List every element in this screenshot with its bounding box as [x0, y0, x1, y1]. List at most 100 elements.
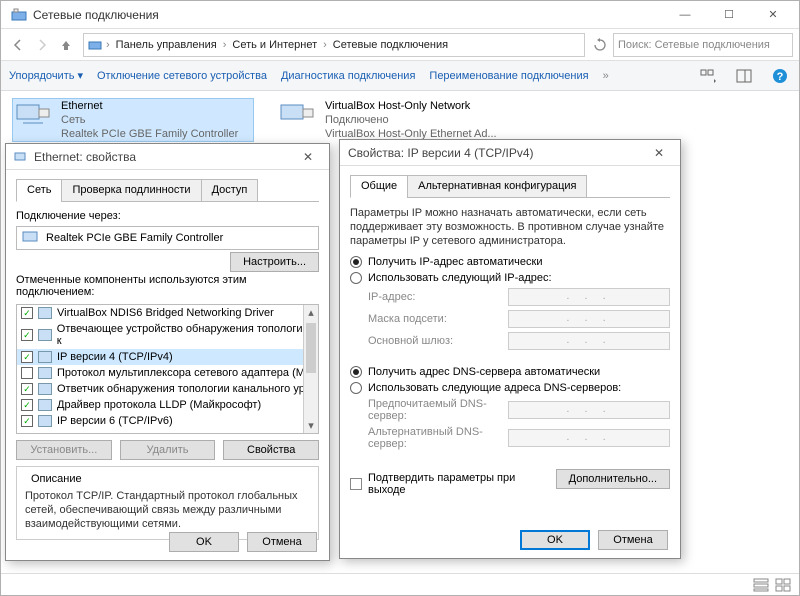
radio-static-ip[interactable]: Использовать следующий IP-адрес:	[350, 272, 670, 284]
intro-text: Параметры IP можно назначать автоматичес…	[350, 206, 670, 248]
mask-label: Маска подсети:	[368, 313, 508, 325]
app-icon	[88, 38, 104, 52]
ip-input: . . .	[508, 288, 670, 306]
diagnose-button[interactable]: Диагностика подключения	[281, 70, 415, 82]
connect-using-label: Подключение через:	[16, 210, 319, 222]
crumb-control-panel[interactable]: Панель управления	[112, 39, 221, 51]
titlebar: Сетевые подключения — ☐ ✕	[1, 1, 799, 29]
components-label: Отмеченные компоненты используются этим …	[16, 274, 319, 298]
adapter-vbox[interactable]: VirtualBox Host-Only Network Подключено …	[277, 99, 517, 141]
tab-auth[interactable]: Проверка подлинности	[61, 179, 201, 202]
list-item[interactable]: Драйвер протокола LLDP (Майкрософт)	[57, 399, 261, 411]
disable-device-button[interactable]: Отключение сетевого устройства	[97, 70, 267, 82]
content-area: Ethernet Сеть Realtek PCIe GBE Family Co…	[1, 91, 799, 573]
back-button[interactable]	[7, 34, 29, 56]
adapter-icon	[277, 99, 317, 131]
adapter-ethernet[interactable]: Ethernet Сеть Realtek PCIe GBE Family Co…	[13, 99, 253, 141]
description-label: Описание	[27, 473, 86, 485]
chevron-down-icon: ▾	[77, 69, 83, 82]
app-icon	[11, 7, 27, 23]
ok-button[interactable]: OK	[520, 530, 590, 550]
list-item[interactable]: Ответчик обнаружения топологии канальног…	[57, 383, 311, 395]
close-icon[interactable]: ✕	[646, 146, 672, 160]
list-item[interactable]: Протокол мультиплексора сетевого адаптер…	[57, 367, 311, 379]
ok-button[interactable]: OK	[169, 532, 239, 552]
maximize-button[interactable]: ☐	[707, 2, 751, 28]
close-icon[interactable]: ✕	[295, 150, 321, 164]
dialog-title: Свойства: IP версии 4 (TCP/IPv4)	[348, 146, 646, 160]
scroll-thumb[interactable]	[306, 323, 316, 373]
ethernet-properties-dialog: Ethernet: свойства ✕ Сеть Проверка подли…	[5, 143, 330, 561]
list-item[interactable]: IP версии 4 (TCP/IPv4)	[57, 351, 173, 363]
dialog-titlebar[interactable]: Свойства: IP версии 4 (TCP/IPv4) ✕	[340, 140, 680, 166]
nic-icon	[22, 230, 40, 246]
ipv4-properties-dialog: Свойства: IP версии 4 (TCP/IPv4) ✕ Общие…	[339, 139, 681, 559]
adapter-status: Подключено	[325, 113, 497, 127]
dns1-label: Предпочитаемый DNS-сервер:	[368, 398, 508, 422]
dialog-titlebar[interactable]: Ethernet: свойства ✕	[6, 144, 329, 170]
view-menu[interactable]	[697, 65, 719, 87]
scroll-up-icon[interactable]: ▴	[304, 305, 318, 320]
svg-text:?: ?	[777, 71, 784, 83]
cancel-button[interactable]: Отмена	[598, 530, 668, 550]
tabstrip: Сеть Проверка подлинности Доступ	[16, 178, 319, 202]
search-input[interactable]: Поиск: Сетевые подключения	[613, 33, 793, 57]
tab-sharing[interactable]: Доступ	[201, 179, 259, 202]
radio-static-dns[interactable]: Использовать следующие адреса DNS-сервер…	[350, 382, 670, 394]
rename-button[interactable]: Переименование подключения	[429, 70, 588, 82]
details-view-icon[interactable]	[753, 578, 769, 592]
tab-network[interactable]: Сеть	[16, 179, 62, 202]
components-list[interactable]: ✓VirtualBox NDIS6 Bridged Networking Dri…	[16, 304, 319, 434]
adapter-device: Realtek PCIe GBE Family Controller	[61, 127, 238, 141]
breadcrumb[interactable]: › Панель управления › Сеть и Интернет › …	[83, 33, 585, 57]
tab-general[interactable]: Общие	[350, 175, 408, 198]
large-icons-view-icon[interactable]	[775, 578, 791, 592]
refresh-button[interactable]	[589, 34, 611, 56]
chevron-right-icon: ›	[221, 39, 229, 51]
dns2-input: . . .	[508, 429, 670, 447]
up-button[interactable]	[55, 34, 77, 56]
properties-button[interactable]: Свойства	[223, 440, 319, 460]
organize-menu[interactable]: Упорядочить ▾	[9, 69, 83, 82]
preview-pane-button[interactable]	[733, 65, 755, 87]
dns1-input: . . .	[508, 401, 670, 419]
description-group: Описание Протокол TCP/IP. Стандартный пр…	[16, 466, 319, 540]
search-placeholder: Поиск: Сетевые подключения	[618, 39, 770, 51]
adapter-name: VirtualBox Host-Only Network	[325, 99, 497, 113]
dialog-title: Ethernet: свойства	[34, 150, 295, 164]
radio-auto-dns[interactable]: Получить адрес DNS-сервера автоматически	[350, 366, 670, 378]
command-bar: Упорядочить ▾ Отключение сетевого устрой…	[1, 61, 799, 91]
radio-auto-ip[interactable]: Получить IP-адрес автоматически	[350, 256, 670, 268]
mask-input: . . .	[508, 310, 670, 328]
list-item[interactable]: IP версии 6 (TCP/IPv6)	[57, 415, 173, 427]
crumb-network-internet[interactable]: Сеть и Интернет	[228, 39, 321, 51]
gateway-input: . . .	[508, 332, 670, 350]
adapter-name-text: Realtek PCIe GBE Family Controller	[46, 232, 223, 244]
configure-button[interactable]: Настроить...	[230, 252, 319, 272]
help-button[interactable]: ?	[769, 65, 791, 87]
tabstrip: Общие Альтернативная конфигурация	[350, 174, 670, 198]
list-item[interactable]: Отвечающее устройство обнаружения тополо…	[57, 323, 314, 347]
cancel-button[interactable]: Отмена	[247, 532, 317, 552]
install-button[interactable]: Установить...	[16, 440, 112, 460]
statusbar	[1, 573, 799, 595]
scrollbar[interactable]: ▴ ▾	[303, 305, 318, 433]
scroll-down-icon[interactable]: ▾	[304, 418, 318, 433]
chevron-right-icon: ›	[321, 39, 329, 51]
forward-button[interactable]	[31, 34, 53, 56]
uninstall-button[interactable]: Удалить	[120, 440, 216, 460]
crumb-network-connections[interactable]: Сетевые подключения	[329, 39, 452, 51]
advanced-button[interactable]: Дополнительно...	[556, 469, 670, 489]
overflow-chevron[interactable]: »	[603, 70, 609, 82]
adapter-name: Ethernet	[61, 99, 238, 113]
tab-alternate[interactable]: Альтернативная конфигурация	[407, 175, 587, 198]
window-title: Сетевые подключения	[33, 8, 663, 22]
ip-label: IP-адрес:	[368, 291, 508, 303]
gateway-label: Основной шлюз:	[368, 335, 508, 347]
description-text: Протокол TCP/IP. Стандартный протокол гл…	[25, 489, 310, 531]
list-item[interactable]: VirtualBox NDIS6 Bridged Networking Driv…	[57, 307, 274, 319]
chevron-right-icon: ›	[104, 39, 112, 51]
confirm-on-exit-checkbox[interactable]: Подтвердить параметры при выходе	[350, 472, 556, 496]
minimize-button[interactable]: —	[663, 2, 707, 28]
close-button[interactable]: ✕	[751, 2, 795, 28]
